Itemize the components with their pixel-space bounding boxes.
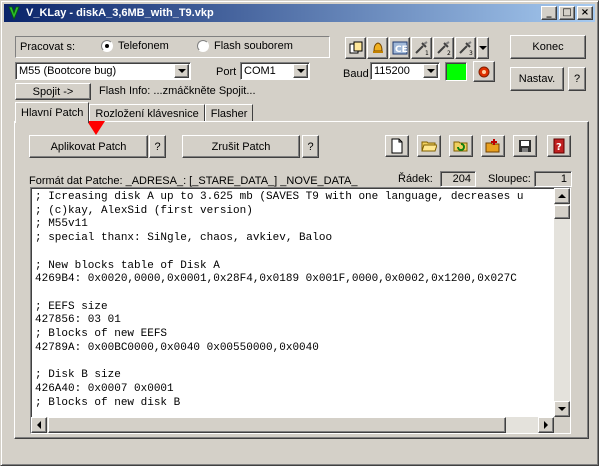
phonebook-icon[interactable] bbox=[345, 37, 366, 59]
radio-flash-circle[interactable] bbox=[197, 40, 209, 52]
mode-label: Pracovat s: bbox=[20, 41, 76, 53]
code-line[interactable]: ; Blocks of new disk B bbox=[35, 397, 553, 411]
svg-text:2: 2 bbox=[447, 50, 451, 55]
arrow-left-icon bbox=[37, 421, 41, 429]
model-value: M55 (Bootcore bug) bbox=[19, 65, 117, 77]
code-line[interactable]: ; M55v11 bbox=[35, 218, 553, 232]
open-folder-icon[interactable] bbox=[417, 135, 441, 157]
chevron-down-icon bbox=[426, 69, 435, 73]
format-text: Formát dat Patche: _ADRESA_: [_STARE_DAT… bbox=[29, 175, 358, 187]
model-select[interactable]: M55 (Bootcore bug) bbox=[15, 62, 191, 80]
tool-2-icon[interactable]: 2 bbox=[433, 37, 454, 59]
radio-phone-label: Telefonem bbox=[118, 40, 169, 52]
scroll-up-button[interactable] bbox=[554, 188, 570, 204]
code-line[interactable]: ; (c)kay, AlexSid (first version) bbox=[35, 205, 553, 219]
code-line[interactable]: ; Icreasing disk A up to 3.625 mb (SAVES… bbox=[35, 191, 553, 205]
app-logo-icon bbox=[6, 5, 22, 21]
close-button[interactable]: × bbox=[577, 6, 593, 20]
save-icon[interactable] bbox=[513, 135, 537, 157]
scroll-down-button[interactable] bbox=[554, 401, 570, 417]
svg-text:1: 1 bbox=[425, 50, 429, 55]
horizontal-scrollbar[interactable] bbox=[31, 417, 554, 433]
baud-label: Baud bbox=[343, 68, 369, 80]
model-dropdown-arrow[interactable] bbox=[174, 64, 189, 78]
radio-flash-label: Flash souborem bbox=[214, 40, 293, 52]
ce-icon[interactable]: CE bbox=[389, 37, 410, 59]
code-line[interactable]: ; Disk B size bbox=[35, 369, 553, 383]
code-line[interactable] bbox=[35, 246, 553, 260]
tool-1-icon[interactable]: 1 bbox=[411, 37, 432, 59]
tab-flasher[interactable]: Flasher bbox=[204, 104, 254, 122]
window-title: V_KLay - diskA_3,6MB_with_T9.vkp bbox=[26, 7, 214, 19]
radio-phone-circle[interactable] bbox=[101, 40, 113, 52]
baud-value: 115200 bbox=[374, 65, 410, 77]
minimize-button[interactable]: _ bbox=[541, 6, 557, 20]
scroll-right-button[interactable] bbox=[538, 417, 554, 433]
port-select[interactable]: COM1 bbox=[240, 62, 310, 80]
arrow-right-icon bbox=[544, 421, 548, 429]
folder-add-icon[interactable] bbox=[481, 135, 505, 157]
connect-button[interactable]: Spojit -> bbox=[15, 83, 91, 100]
cancel-patch-button[interactable]: Zrušit Patch bbox=[182, 135, 300, 158]
tool-dropdown-button[interactable] bbox=[477, 37, 489, 59]
title-bar[interactable]: V_KLay - diskA_3,6MB_with_T9.vkp _ □ × bbox=[4, 4, 595, 22]
tab-main-patch[interactable]: Hlavní Patch bbox=[15, 102, 90, 123]
radio-phone[interactable]: Telefonem bbox=[101, 40, 169, 52]
port-value: COM1 bbox=[244, 65, 276, 77]
code-line[interactable]: ; EEFS size bbox=[35, 301, 553, 315]
connection-status-indicator bbox=[445, 62, 467, 81]
code-line[interactable]: ; New blocks table of Disk A bbox=[35, 260, 553, 274]
baud-dropdown-arrow[interactable] bbox=[423, 64, 438, 78]
chevron-down-icon bbox=[296, 69, 305, 73]
svg-text:CE: CE bbox=[395, 45, 408, 55]
flash-info-text: Flash Info: ...zmáčkněte Spojit... bbox=[99, 85, 256, 97]
svg-text:?: ? bbox=[556, 142, 562, 153]
gear-icon[interactable] bbox=[473, 61, 495, 82]
svg-text:3: 3 bbox=[469, 50, 473, 55]
settings-help-button[interactable]: ? bbox=[568, 67, 586, 91]
maximize-button[interactable]: □ bbox=[559, 6, 575, 20]
col-value: 1 bbox=[534, 171, 572, 187]
reload-icon[interactable] bbox=[449, 135, 473, 157]
tool-3-icon[interactable]: 3 bbox=[455, 37, 476, 59]
exit-button[interactable]: Konec bbox=[510, 35, 586, 59]
code-line[interactable] bbox=[35, 287, 553, 301]
code-line[interactable]: ; special thanx: SiNgle, chaos, avkiev, … bbox=[35, 232, 553, 246]
apply-patch-help-button[interactable]: ? bbox=[149, 135, 166, 158]
main-window: V_KLay - diskA_3,6MB_with_T9.vkp _ □ × P… bbox=[0, 0, 599, 466]
cancel-patch-help-button[interactable]: ? bbox=[302, 135, 319, 158]
patch-editor[interactable]: ; Icreasing disk A up to 3.625 mb (SAVES… bbox=[30, 187, 571, 434]
code-line[interactable]: 427856: 03 01 bbox=[35, 314, 553, 328]
help-book-icon[interactable]: ? bbox=[547, 135, 571, 157]
port-label: Port bbox=[216, 66, 237, 78]
vertical-scrollbar[interactable] bbox=[554, 188, 570, 417]
port-dropdown-arrow[interactable] bbox=[293, 64, 308, 78]
code-line[interactable]: 42789A: 0x00BC0000,0x0040 0x00550000,0x0… bbox=[35, 342, 553, 356]
baud-select[interactable]: 115200 bbox=[370, 62, 440, 80]
settings-button[interactable]: Nastav. bbox=[510, 67, 564, 91]
bell-icon[interactable] bbox=[367, 37, 388, 59]
chevron-down-icon bbox=[177, 69, 186, 73]
chevron-down-icon bbox=[479, 46, 487, 50]
row-label: Řádek: bbox=[398, 173, 433, 185]
scroll-corner bbox=[554, 417, 570, 433]
code-line[interactable]: ; Blocks of new EEFS bbox=[35, 328, 553, 342]
row-value: 204 bbox=[440, 171, 476, 187]
col-label: Sloupec: bbox=[488, 173, 531, 185]
new-file-icon[interactable] bbox=[385, 135, 409, 157]
vertical-scroll-thumb[interactable] bbox=[554, 205, 570, 219]
tab-strip: Hlavní Patch Rozložení klávesnice Flashe… bbox=[15, 102, 254, 123]
code-line[interactable] bbox=[35, 355, 553, 369]
arrow-up-icon bbox=[558, 194, 566, 198]
horizontal-scroll-thumb[interactable] bbox=[48, 417, 506, 433]
code-line[interactable]: 4269B4: 0x0020,0000,0x0001,0x28F4,0x0189… bbox=[35, 273, 553, 287]
scroll-left-button[interactable] bbox=[31, 417, 47, 433]
patch-code-text[interactable]: ; Icreasing disk A up to 3.625 mb (SAVES… bbox=[35, 191, 553, 412]
arrow-down-icon bbox=[558, 407, 566, 411]
code-line[interactable]: 426A40: 0x0007 0x0001 bbox=[35, 383, 553, 397]
radio-flash[interactable]: Flash souborem bbox=[197, 40, 293, 52]
